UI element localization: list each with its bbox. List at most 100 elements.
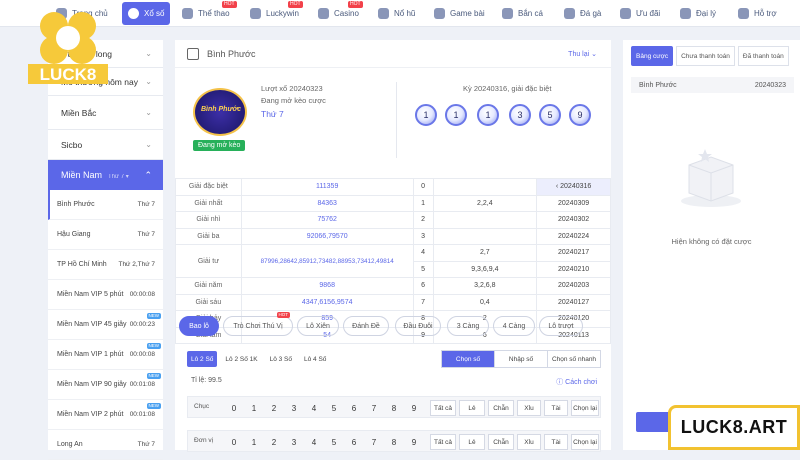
sidebar-group-sicbo[interactable]: Sicbo ⌄ — [48, 130, 163, 160]
subtab-lo-2-so[interactable]: Lô 2 Số — [187, 351, 218, 367]
collapse-button[interactable]: Thu lại ⌄ — [568, 50, 597, 58]
tab-danh-de[interactable]: Đánh Đề — [343, 316, 389, 336]
reselect-button[interactable]: Chọn lại — [571, 434, 599, 450]
top-nav: Trang chủ Xổ số Thể thao HOT Luckywin HOT … — [0, 0, 800, 27]
digit-button[interactable]: 7 — [366, 434, 382, 450]
select-even-button[interactable]: Chẵn — [488, 400, 514, 416]
sports-icon — [182, 8, 193, 19]
select-odd-button[interactable]: Lẻ — [459, 400, 485, 416]
table-row: Giải tư 87996,28642,85912,73482,88953,734… — [175, 244, 611, 278]
bet-slip-panel: Bảng cược Chưa thanh toán Đã thanh toán … — [623, 40, 800, 450]
nav-support[interactable]: Hỗ trợ — [738, 0, 777, 27]
nav-lottery[interactable]: Xổ số — [122, 2, 171, 25]
tab-lo-truot[interactable]: Lô trượt — [539, 316, 583, 336]
history-date[interactable]: 20240224 — [536, 227, 611, 245]
history-date[interactable]: 20240210 — [536, 260, 611, 278]
digit-button[interactable]: 5 — [326, 434, 342, 450]
digit-button[interactable]: 8 — [386, 400, 402, 416]
sidebar-item-vip-90[interactable]: Miền Nam VIP 90 giây 00:01:08 NEW — [48, 370, 163, 400]
select-small-button[interactable]: Xỉu — [517, 434, 541, 450]
sidebar-item-vip-2[interactable]: Miền Nam VIP 2 phút 00:01:08 NEW — [48, 400, 163, 430]
history-date[interactable]: 20240127 — [536, 293, 611, 311]
nav-cockfight[interactable]: Đá gà — [564, 0, 601, 27]
slots-icon — [378, 8, 389, 19]
sidebar-item-vip-45[interactable]: Miền Nam VIP 45 giây 00:00:23 NEW — [48, 310, 163, 340]
sidebar-item-hau-giang[interactable]: Hậu Giang Thứ 7 — [48, 220, 163, 250]
input-mode-segment: Chọn số Nhập số Chọn số nhanh — [441, 350, 601, 368]
select-big-button[interactable]: Tài — [544, 434, 568, 450]
tab-paid[interactable]: Đã thanh toán — [737, 46, 789, 66]
history-date[interactable]: 20240217 — [536, 244, 611, 262]
digit-button[interactable]: 3 — [286, 434, 302, 450]
chevron-down-icon: ⌄ — [145, 49, 152, 58]
draw-info: Bình Phước Đang mở kèo Lượt xổ 20240323 … — [175, 68, 611, 178]
tab-unpaid[interactable]: Chưa thanh toán — [676, 46, 735, 66]
digit-button[interactable]: 3 — [286, 400, 302, 416]
digit-button[interactable]: 2 — [266, 400, 282, 416]
how-to-play-link[interactable]: ⓘ Cách chơi — [556, 377, 597, 387]
history-date[interactable]: 20240203 — [536, 277, 611, 295]
nav-sports[interactable]: Thể thao HOT — [182, 0, 237, 27]
luck8-logo[interactable]: LUCK8 — [28, 4, 108, 88]
nav-fishing[interactable]: Bắn cá — [502, 0, 543, 27]
nav-casino[interactable]: Casino HOT — [318, 0, 363, 27]
digit-button[interactable]: 8 — [386, 434, 402, 450]
sidebar-item-long-an[interactable]: Long An Thứ 7 — [48, 430, 163, 460]
digit-button[interactable]: 4 — [306, 434, 322, 450]
digit-button[interactable]: 5 — [326, 400, 342, 416]
nav-slots[interactable]: Nổ hũ — [378, 0, 415, 27]
select-big-button[interactable]: Tài — [544, 400, 568, 416]
sidebar: c trường long⌄ Mổ thưởng hôm nay⌄ Miền B… — [48, 40, 163, 460]
tab-bet-slip[interactable]: Bảng cược — [631, 46, 674, 66]
select-odd-button[interactable]: Lẻ — [459, 434, 485, 450]
digit-button[interactable]: 4 — [306, 400, 322, 416]
mode-quick-select[interactable]: Chọn số nhanh — [548, 351, 600, 367]
result-ball: 1 — [445, 104, 467, 126]
cards-icon — [434, 8, 445, 19]
history-date[interactable]: 20240309 — [536, 194, 611, 212]
select-small-button[interactable]: Xỉu — [517, 400, 541, 416]
sidebar-item-binh-phuoc[interactable]: Bình Phước Thứ 7 — [48, 190, 163, 220]
nav-luckywin[interactable]: Luckywin HOT — [250, 0, 303, 27]
tab-bao-lo[interactable]: Bao lô — [179, 316, 219, 336]
nav-promotions[interactable]: Ưu đãi — [620, 0, 660, 27]
digit-button[interactable]: 9 — [406, 434, 422, 450]
reselect-button[interactable]: Chọn lại — [571, 400, 599, 416]
subtab-lo-3-so[interactable]: Lô 3 Số — [266, 351, 296, 367]
select-all-button[interactable]: Tất cả — [430, 434, 456, 450]
casino-icon — [318, 8, 329, 19]
nav-card-games[interactable]: Game bài — [434, 0, 485, 27]
sidebar-item-vip-1[interactable]: Miền Nam VIP 1 phút 00:00:08 NEW — [48, 340, 163, 370]
sidebar-group-south[interactable]: Miền Nam Thứ 7 ▾ ⌃ — [48, 160, 163, 190]
digit-button[interactable]: 2 — [266, 434, 282, 450]
digit-button[interactable]: 7 — [366, 400, 382, 416]
history-date[interactable]: 20240302 — [536, 211, 611, 229]
digit-button[interactable]: 0 — [226, 400, 242, 416]
tab-dau-duoi[interactable]: Đầu Đuôi — [395, 316, 441, 336]
digit-button[interactable]: 6 — [346, 434, 362, 450]
result-ball: 9 — [569, 104, 591, 126]
sidebar-item-hcm[interactable]: TP Hồ Chí Minh Thứ 2,Thứ 7 — [48, 250, 163, 280]
digit-button[interactable]: 1 — [246, 434, 262, 450]
mode-select-numbers[interactable]: Chọn số — [442, 351, 495, 367]
subtab-lo-4-so[interactable]: Lô 4 Số — [300, 351, 330, 367]
history-date-selected[interactable]: ‹ 20240316 — [536, 178, 611, 196]
lo-subtabs: Lô 2 Số Lô 2 Số 1K Lô 3 Số Lô 4 Số — [187, 351, 330, 367]
tab-3-cang[interactable]: 3 Càng — [447, 316, 489, 336]
digit-button[interactable]: 0 — [226, 434, 242, 450]
select-all-button[interactable]: Tất cả — [430, 400, 456, 416]
digit-button[interactable]: 6 — [346, 400, 362, 416]
info-icon: ⓘ — [556, 379, 564, 386]
mode-enter-numbers[interactable]: Nhập số — [495, 351, 548, 367]
empty-state-text: Hiện không có đặt cược — [671, 237, 752, 246]
digit-button[interactable]: 9 — [406, 400, 422, 416]
sidebar-item-vip-5[interactable]: Miền Nam VIP 5 phút 00:00:08 — [48, 280, 163, 310]
select-even-button[interactable]: Chẵn — [488, 434, 514, 450]
tab-lo-xien[interactable]: Lô Xiên — [297, 316, 339, 336]
digit-button[interactable]: 1 — [246, 400, 262, 416]
subtab-lo-2-so-1k[interactable]: Lô 2 Số 1K — [221, 351, 261, 367]
nav-agent[interactable]: Đại lý — [680, 0, 716, 27]
sidebar-group-north[interactable]: Miền Bắc ⌄ — [48, 96, 163, 130]
tab-4-cang[interactable]: 4 Càng — [493, 316, 535, 336]
tab-fun-games[interactable]: Trò Chơi Thú Vị HOT — [223, 312, 293, 336]
